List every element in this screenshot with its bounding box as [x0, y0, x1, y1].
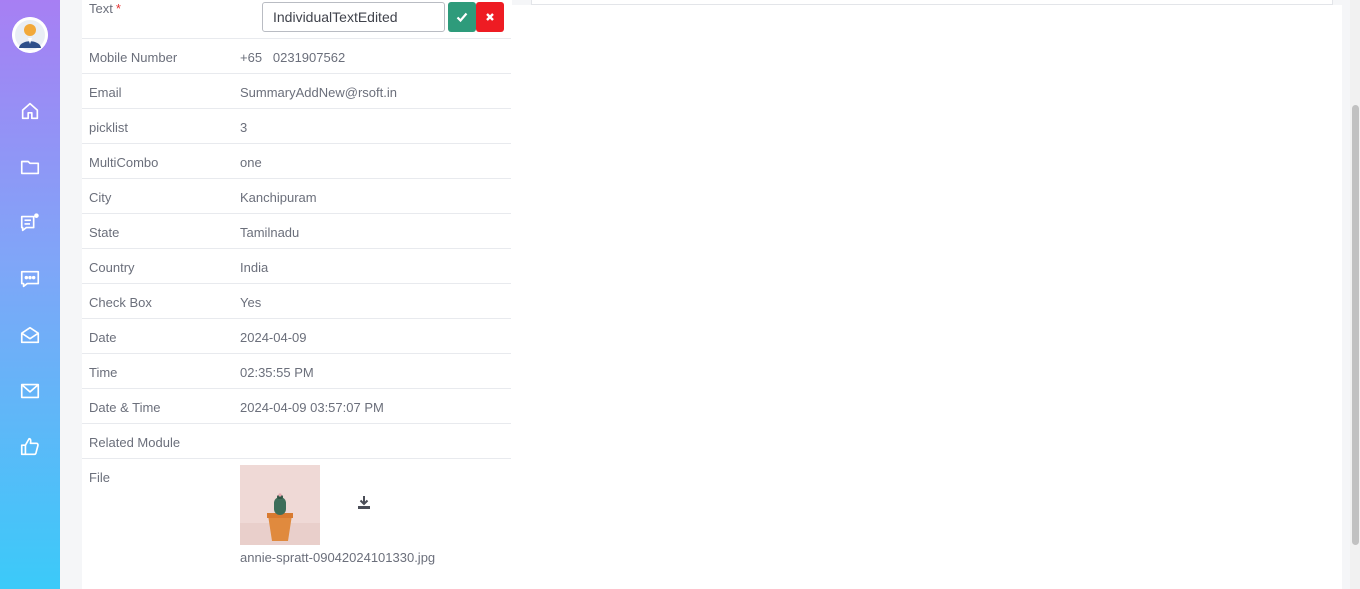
field-value: 02:35:55 PM	[240, 365, 314, 380]
user-avatar[interactable]	[12, 17, 48, 53]
field-row-email: Email SummaryAddNew@rsoft.in	[82, 74, 511, 109]
field-label: MultiCombo	[89, 155, 159, 170]
field-row-text: Text *	[82, 0, 511, 39]
field-value: Yes	[240, 295, 262, 310]
field-row-checkbox: Check Box Yes	[82, 284, 511, 319]
field-label: Date & Time	[89, 400, 161, 415]
check-icon	[456, 12, 468, 23]
field-label: Related Module	[89, 435, 181, 450]
text-edit-input[interactable]	[262, 2, 445, 32]
field-label: Date	[89, 330, 117, 345]
field-value: 2024-04-09	[240, 330, 307, 345]
file-thumbnail[interactable]	[240, 465, 320, 545]
folder-icon[interactable]	[19, 156, 41, 178]
chat-icon[interactable]	[19, 268, 41, 290]
field-value: India	[240, 260, 269, 275]
right-panel-area	[512, 5, 1342, 589]
field-value: SummaryAddNew@rsoft.in	[240, 85, 397, 100]
field-row-datetime: Date & Time 2024-04-09 03:57:07 PM	[82, 389, 511, 424]
field-row-state: State Tamilnadu	[82, 214, 511, 249]
scrollbar-thumb[interactable]	[1352, 105, 1359, 545]
field-value: one	[240, 155, 262, 170]
text-label: Text	[89, 1, 113, 16]
field-row-country: Country India	[82, 249, 511, 284]
field-label: Email	[89, 85, 122, 100]
right-panel-card	[531, 0, 1333, 5]
field-label: Time	[89, 365, 118, 380]
field-row-time: Time 02:35:55 PM	[82, 354, 511, 389]
confirm-edit-button[interactable]	[448, 2, 476, 32]
field-value: 3	[240, 120, 248, 135]
thumbs-up-icon[interactable]	[19, 436, 41, 458]
field-value: +65 0231907562	[240, 50, 346, 65]
field-label: City	[89, 190, 112, 205]
main-content: Text* Mobile Number +65 0231907562 Email…	[60, 0, 1342, 589]
field-label-file: File	[89, 470, 110, 485]
field-row-picklist: picklist 3	[82, 109, 511, 144]
field-row-related-module: Related Module	[82, 424, 511, 459]
required-mark: *	[115, 1, 121, 16]
field-row-mobile: Mobile Number +65 0231907562	[82, 39, 511, 74]
mail-open-icon[interactable]	[19, 324, 41, 346]
field-label-text: Text *	[89, 1, 121, 16]
home-icon[interactable]	[19, 100, 41, 122]
field-label: Check Box	[89, 295, 152, 310]
field-label: Country	[89, 260, 135, 275]
field-value: 2024-04-09 03:57:07 PM	[240, 400, 384, 415]
file-name[interactable]: annie-spratt-09042024101330.jpg	[240, 550, 435, 565]
mail-icon[interactable]	[19, 380, 41, 402]
field-label: State	[89, 225, 120, 240]
field-value: Kanchipuram	[240, 190, 317, 205]
close-icon	[486, 13, 494, 21]
field-row-multicombo: MultiCombo one	[82, 144, 511, 179]
cancel-edit-button[interactable]	[476, 2, 504, 32]
field-value: Tamilnadu	[240, 225, 300, 240]
sidebar	[0, 0, 60, 589]
field-row-date: Date 2024-04-09	[82, 319, 511, 354]
field-label: Mobile Number	[89, 50, 178, 65]
download-icon[interactable]	[357, 495, 371, 511]
field-label: picklist	[89, 120, 129, 135]
notes-icon[interactable]	[19, 212, 41, 234]
field-row-city: City Kanchipuram	[82, 179, 511, 214]
